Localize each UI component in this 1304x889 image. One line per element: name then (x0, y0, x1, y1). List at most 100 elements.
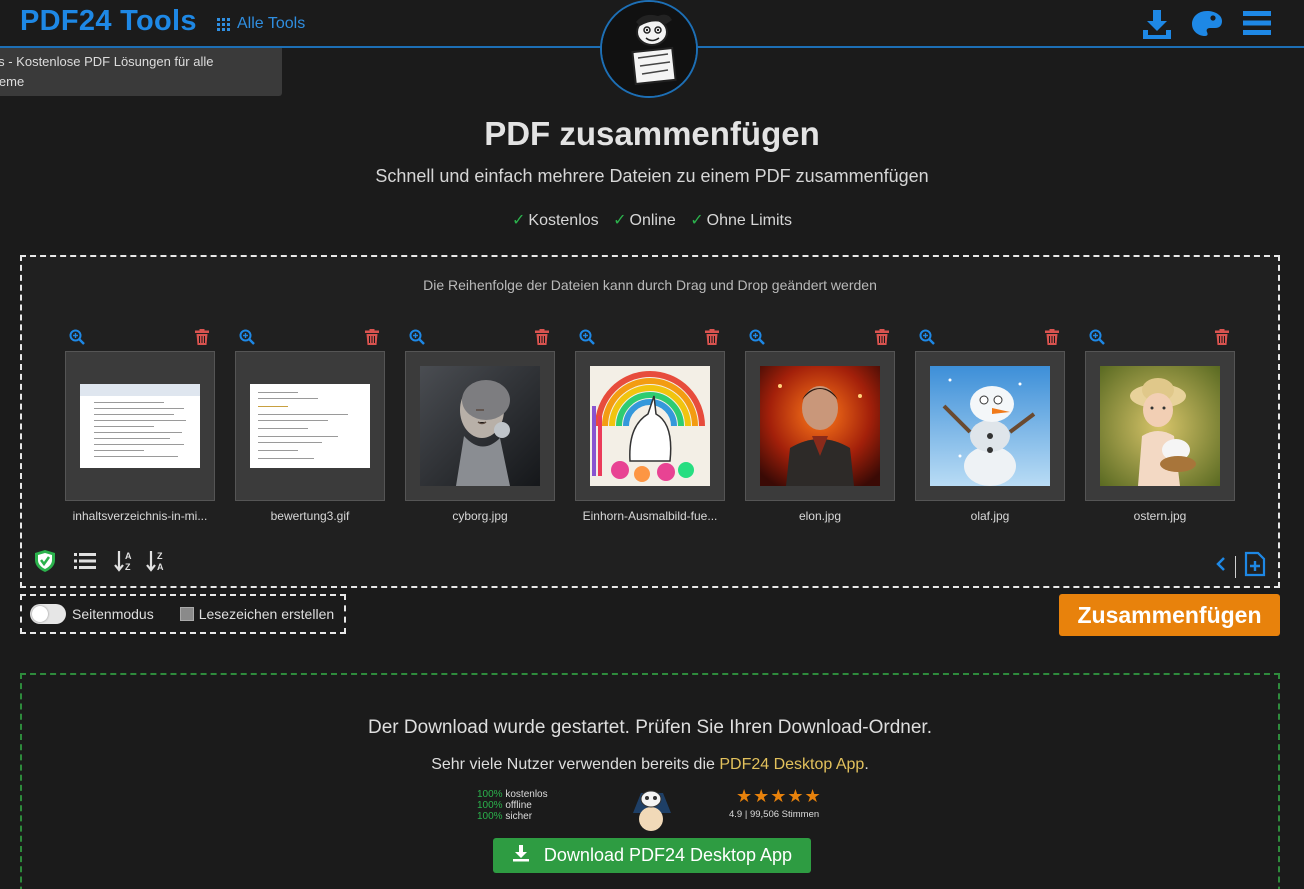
page-mode-toggle[interactable] (30, 604, 66, 624)
download-message: Der Download wurde gestartet. Prüfen Sie… (368, 717, 932, 738)
all-tools-label: Alle Tools (237, 15, 306, 32)
file-name: Einhorn-Ausmalbild-fue... (582, 509, 718, 523)
image-preview (760, 366, 880, 486)
file-thumbnail[interactable] (915, 351, 1065, 501)
file-thumbnail[interactable] (405, 351, 555, 501)
app-stats: 100% kostenlos 100% offline 100% sicher (477, 789, 548, 822)
file-card[interactable]: inhaltsverzeichnis-in-mi... (65, 329, 215, 529)
file-toolbar: AZ ZA (34, 549, 168, 578)
stat-label: sicher (505, 811, 533, 822)
check-icon: ✓ (690, 212, 704, 229)
trash-icon[interactable] (875, 329, 891, 345)
brand-tooltip: ols - Kostenlose PDF Lösungen für alle l… (0, 48, 282, 96)
tooltip-line-1: ols - Kostenlose PDF Lösungen für alle (0, 54, 214, 69)
merge-button[interactable]: Zusammenfügen (1059, 594, 1280, 636)
desktop-app-promo: Sehr viele Nutzer verwenden bereits die … (22, 756, 1278, 774)
page-subtitle: Schnell und einfach mehrere Dateien zu e… (375, 166, 929, 186)
svg-text:A: A (157, 562, 164, 572)
trash-icon[interactable] (535, 329, 551, 345)
file-card[interactable]: Einhorn-Ausmalbild-fue... (575, 329, 725, 529)
download-icon[interactable] (1141, 8, 1173, 45)
brand-logo-text[interactable]: PDF24 Tools (20, 5, 197, 38)
file-card[interactable]: ostern.jpg (1085, 329, 1235, 529)
all-tools-link[interactable]: Alle Tools (217, 15, 305, 33)
feature-label: Online (629, 212, 676, 229)
feature-label: Ohne Limits (706, 212, 792, 229)
page-mode-label: Seitenmodus (72, 606, 154, 622)
check-icon: ✓ (613, 212, 627, 229)
list-icon[interactable] (74, 553, 96, 574)
file-thumbnail[interactable] (65, 351, 215, 501)
mascot-logo[interactable] (600, 0, 698, 98)
chevron-left-icon[interactable] (1215, 556, 1227, 577)
file-name: ostern.jpg (1133, 509, 1187, 523)
promo-text: Sehr viele Nutzer verwenden bereits die (431, 756, 720, 773)
file-name: bewertung3.gif (270, 509, 350, 523)
file-nav-tools (1215, 551, 1266, 582)
download-panel: Der Download wurde gestartet. Prüfen Sie… (20, 673, 1280, 889)
rating-stars: ★★★★★ (736, 786, 822, 806)
image-preview (930, 366, 1050, 486)
zoom-icon[interactable] (579, 329, 595, 345)
page-title: PDF zusammenfügen (484, 115, 820, 152)
feature-list: ✓ Kostenlos ✓ Online ✓ Ohne Limits (0, 210, 1304, 230)
file-card[interactable]: olaf.jpg (915, 329, 1065, 529)
download-button-label: Download PDF24 Desktop App (543, 845, 793, 865)
feature-label: Kostenlos (528, 212, 599, 229)
document-preview (250, 384, 370, 468)
mascot-icon (627, 783, 677, 833)
sort-az-icon[interactable]: AZ (114, 550, 136, 577)
trash-icon[interactable] (1045, 329, 1061, 345)
promo-suffix: . (864, 756, 869, 773)
check-icon: ✓ (511, 212, 526, 229)
toolbar-separator (1235, 555, 1236, 578)
zoom-icon[interactable] (1089, 329, 1105, 345)
trash-icon[interactable] (365, 329, 381, 345)
file-thumbnail[interactable] (1085, 351, 1235, 501)
file-name: olaf.jpg (970, 509, 1010, 523)
trash-icon[interactable] (705, 329, 721, 345)
menu-icon[interactable] (1242, 10, 1272, 41)
stat-percent: 100% (477, 789, 503, 800)
file-thumbnail[interactable] (235, 351, 385, 501)
rating-text: 4.9 | 99,506 Stimmen (729, 809, 820, 820)
add-file-icon[interactable] (1244, 551, 1266, 582)
zoom-icon[interactable] (919, 329, 935, 345)
download-desktop-app-button[interactable]: Download PDF24 Desktop App (493, 838, 811, 873)
stat-row: 100% sicher (477, 811, 548, 822)
reorder-hint: Die Reihenfolge der Dateien kann durch D… (423, 277, 877, 293)
zoom-icon[interactable] (69, 329, 85, 345)
file-card[interactable]: elon.jpg (745, 329, 895, 529)
document-preview (80, 384, 200, 468)
stat-percent: 100% (477, 800, 503, 811)
zoom-icon[interactable] (239, 329, 255, 345)
svg-text:Z: Z (125, 562, 131, 572)
image-preview (590, 366, 710, 486)
image-preview (1100, 366, 1220, 486)
stat-row: 100% offline (477, 800, 548, 811)
grid-icon (217, 17, 230, 31)
shield-check-icon[interactable] (34, 549, 56, 578)
bookmarks-label: Lesezeichen erstellen (198, 606, 335, 622)
desktop-app-link[interactable]: PDF24 Desktop App (719, 756, 864, 773)
file-name: elon.jpg (798, 509, 842, 523)
stat-label: kostenlos (505, 789, 548, 800)
trash-icon[interactable] (195, 329, 211, 345)
image-preview (420, 366, 540, 486)
stat-label: offline (505, 800, 532, 811)
file-thumbnail[interactable] (745, 351, 895, 501)
file-drop-zone[interactable]: Die Reihenfolge der Dateien kann durch D… (20, 255, 1280, 588)
bookmarks-checkbox[interactable] (179, 607, 194, 621)
zoom-icon[interactable] (409, 329, 425, 345)
file-card[interactable]: bewertung3.gif (235, 329, 385, 529)
palette-icon[interactable] (1191, 10, 1223, 43)
stat-percent: 100% (477, 811, 503, 822)
trash-icon[interactable] (1215, 329, 1231, 345)
feature-item: ✓ Online (613, 212, 676, 229)
file-card[interactable]: cyborg.jpg (405, 329, 555, 529)
download-icon (512, 844, 530, 867)
svg-text:A: A (125, 551, 132, 561)
sort-za-icon[interactable]: ZA (146, 550, 168, 577)
file-thumbnail[interactable] (575, 351, 725, 501)
zoom-icon[interactable] (749, 329, 765, 345)
